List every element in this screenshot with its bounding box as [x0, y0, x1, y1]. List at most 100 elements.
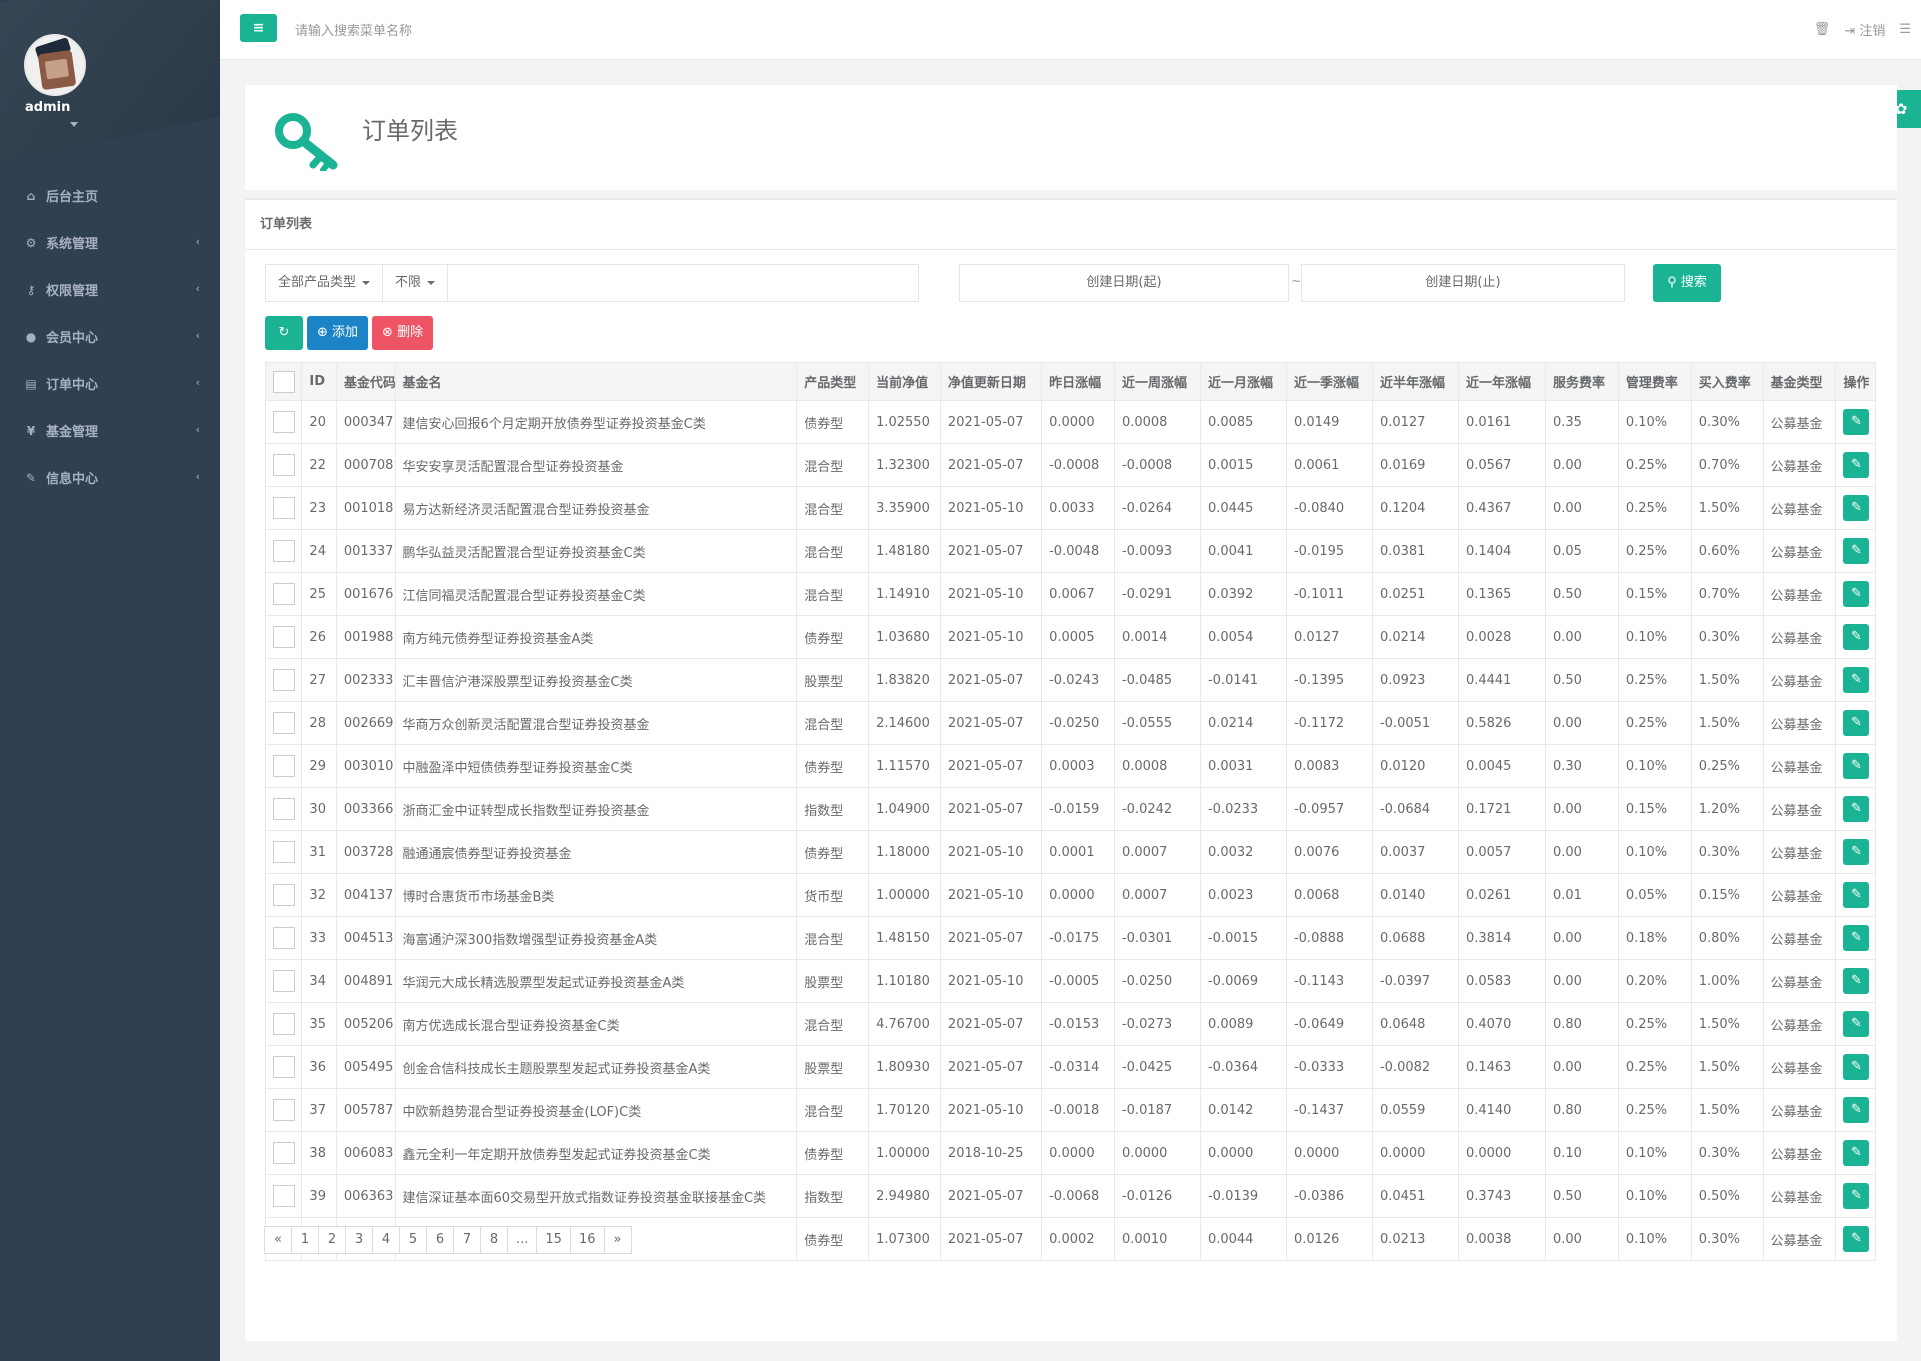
date-end-input[interactable]: 创建日期(止) — [1301, 264, 1625, 302]
table-row[interactable]: 22 000708 华安安享灵活配置混合型证券投资基金 混合型 1.32300 2021-… — [264, 443, 1876, 487]
edit-button[interactable]: ✎ — [1843, 968, 1870, 994]
table-row[interactable]: 30 003366 浙商汇金中证转型成长指数型证券投资基金 指数型 1.04900 202… — [264, 787, 1876, 831]
edit-button[interactable]: ✎ — [1843, 1054, 1870, 1080]
column-header[interactable]: 昨日涨幅 — [1041, 362, 1115, 401]
menu-toggle-button[interactable]: ≡ — [240, 14, 277, 42]
edit-button[interactable]: ✎ — [1843, 1011, 1870, 1037]
column-header[interactable]: 产品类型 — [796, 362, 870, 401]
table-row[interactable]: 24 001337 鹏华弘益灵活配置混合型证券投资基金C类 混合型 1.48180 202… — [264, 529, 1876, 573]
table-row[interactable]: 34 004891 华润元大成长精选股票型发起式证券投资基金A类 股票型 1.10180… — [264, 959, 1876, 1003]
column-header[interactable]: 近一月涨幅 — [1199, 362, 1287, 401]
row-checkbox[interactable] — [273, 411, 295, 433]
page-link[interactable]: « — [264, 1226, 292, 1254]
row-checkbox[interactable] — [273, 712, 295, 734]
column-header[interactable]: 服务费率 — [1544, 362, 1619, 401]
edit-button[interactable]: ✎ — [1843, 452, 1870, 478]
row-checkbox[interactable] — [273, 583, 295, 605]
row-checkbox[interactable] — [273, 841, 295, 863]
edit-button[interactable]: ✎ — [1843, 1226, 1870, 1252]
column-header[interactable]: 近一年涨幅 — [1457, 362, 1546, 401]
edit-button[interactable]: ✎ — [1843, 839, 1870, 865]
edit-button[interactable]: ✎ — [1843, 538, 1870, 564]
page-link[interactable]: 7 — [453, 1226, 481, 1254]
edit-button[interactable]: ✎ — [1843, 1183, 1870, 1209]
row-checkbox[interactable] — [273, 1185, 295, 1207]
table-row[interactable]: 23 001018 易方达新经济灵活配置混合型证券投资基金 混合型 3.35900 202… — [264, 486, 1876, 530]
admin-username[interactable]: admin — [25, 100, 70, 115]
page-link[interactable]: 6 — [426, 1226, 454, 1254]
row-checkbox[interactable] — [273, 970, 295, 992]
logout-button[interactable]: ⇥ 注销 — [1844, 20, 1885, 39]
limit-dropdown[interactable]: 不限 — [383, 265, 449, 301]
column-header[interactable]: 基金代码 — [335, 362, 396, 401]
sidebar-item-system[interactable]: ⚙ 系统管理 ‹ — [0, 219, 220, 266]
row-checkbox[interactable] — [273, 669, 295, 691]
table-row[interactable]: 26 001988 南方纯元债券型证券投资基金A类 债券型 1.03680 2021-05… — [264, 615, 1876, 659]
row-checkbox[interactable] — [273, 1142, 295, 1164]
row-checkbox[interactable] — [273, 1056, 295, 1078]
edit-button[interactable]: ✎ — [1843, 1140, 1870, 1166]
column-header[interactable]: 净值更新日期 — [939, 362, 1043, 401]
table-row[interactable]: 35 005206 南方优选成长混合型证券投资基金C类 混合型 4.76700 2021-… — [264, 1002, 1876, 1046]
edit-button[interactable]: ✎ — [1843, 409, 1870, 435]
search-button[interactable]: ⚲ 搜索 — [1653, 264, 1721, 302]
page-link[interactable]: 5 — [399, 1226, 427, 1254]
keyword-input[interactable] — [448, 265, 918, 301]
sidebar-item-home[interactable]: ⌂ 后台主页 — [0, 172, 220, 219]
edit-button[interactable]: ✎ — [1843, 796, 1870, 822]
column-header[interactable]: 基金类型 — [1762, 362, 1837, 401]
table-row[interactable]: 36 005495 创金合信科技成长主题股票型发起式证券投资基金A类 股票型 1.809… — [264, 1045, 1876, 1089]
avatar[interactable] — [24, 34, 86, 96]
table-row[interactable]: 29 003010 中融盈泽中短债债券型证券投资基金C类 债券型 1.11570 2021… — [264, 744, 1876, 788]
edit-button[interactable]: ✎ — [1843, 667, 1870, 693]
date-start-input[interactable]: 创建日期(起) — [959, 264, 1289, 302]
table-row[interactable]: 25 001676 江信同福灵活配置混合型证券投资基金C类 混合型 1.14910 202… — [264, 572, 1876, 616]
column-header[interactable]: 当前净值 — [868, 362, 941, 401]
page-link[interactable]: 1 — [291, 1226, 319, 1254]
table-row[interactable]: 31 003728 融通通宸债券型证券投资基金 债券型 1.18000 2021-05-1… — [264, 830, 1876, 874]
edit-button[interactable]: ✎ — [1843, 882, 1870, 908]
sidebar-item-permission[interactable]: ⚷ 权限管理 ‹ — [0, 266, 220, 313]
column-header[interactable]: 管理费率 — [1617, 362, 1692, 401]
page-link[interactable]: 3 — [345, 1226, 373, 1254]
edit-button[interactable]: ✎ — [1843, 925, 1870, 951]
table-row[interactable]: 20 000347 建信安心回报6个月定期开放债券型证券投资基金C类 债券型 1.025… — [264, 400, 1876, 444]
row-checkbox[interactable] — [273, 497, 295, 519]
row-checkbox[interactable] — [273, 1099, 295, 1121]
table-row[interactable]: 33 004513 海富通沪深300指数增强型证券投资基金A类 混合型 1.48150 2… — [264, 916, 1876, 960]
column-header[interactable]: 买入费率 — [1690, 362, 1764, 401]
edit-button[interactable]: ✎ — [1843, 710, 1870, 736]
row-checkbox[interactable] — [273, 927, 295, 949]
page-link[interactable]: 4 — [372, 1226, 400, 1254]
profile-caret-icon[interactable] — [70, 122, 78, 127]
row-checkbox[interactable] — [273, 884, 295, 906]
menu-search-input[interactable]: 请输入搜索菜单名称 — [295, 20, 412, 39]
select-all-checkbox[interactable] — [273, 370, 295, 393]
page-link[interactable]: 2 — [318, 1226, 346, 1254]
sidebar-item-info[interactable]: ✎ 信息中心 ‹ — [0, 454, 220, 501]
trash-icon[interactable]: 🗑 — [1814, 22, 1831, 37]
sidebar-item-fund[interactable]: ¥ 基金管理 ‹ — [0, 407, 220, 454]
column-header[interactable]: 操作 — [1835, 362, 1876, 401]
table-row[interactable]: 32 004137 博时合惠货币市场基金B类 货币型 1.00000 2021-05-10… — [264, 873, 1876, 917]
page-link[interactable]: 15 — [536, 1226, 571, 1254]
table-row[interactable]: 27 002333 汇丰晋信沪港深股票型证券投资基金C类 股票型 1.83820 2021… — [264, 658, 1876, 702]
page-link[interactable]: ... — [507, 1226, 538, 1254]
sidebar-item-member[interactable]: ● 会员中心 ‹ — [0, 313, 220, 360]
table-row[interactable]: 39 006363 建信深证基本面60交易型开放式指数证券投资基金联接基金C类 指数型… — [264, 1174, 1876, 1218]
page-link[interactable]: 8 — [480, 1226, 508, 1254]
edit-button[interactable]: ✎ — [1843, 624, 1870, 650]
column-header[interactable]: 基金名 — [394, 362, 798, 401]
column-header[interactable]: 近一季涨幅 — [1285, 362, 1373, 401]
refresh-button[interactable]: ↻ — [265, 316, 303, 350]
column-header[interactable]: 近一周涨幅 — [1113, 362, 1201, 401]
sidebar-item-order[interactable]: ▤ 订单中心 ‹ — [0, 360, 220, 407]
row-checkbox[interactable] — [273, 626, 295, 648]
product-type-dropdown[interactable]: 全部产品类型 — [266, 265, 384, 301]
edit-button[interactable]: ✎ — [1843, 581, 1870, 607]
edit-button[interactable]: ✎ — [1843, 753, 1870, 779]
row-checkbox[interactable] — [273, 755, 295, 777]
column-header[interactable]: 近半年涨幅 — [1371, 362, 1459, 401]
row-checkbox[interactable] — [273, 540, 295, 562]
row-checkbox[interactable] — [273, 798, 295, 820]
